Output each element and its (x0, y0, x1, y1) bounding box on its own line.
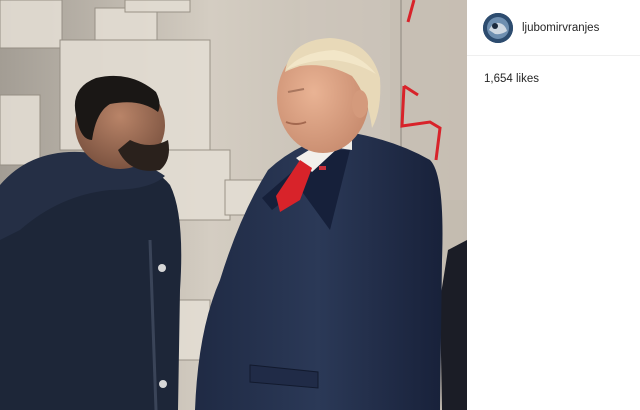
avatar-image (483, 12, 513, 43)
username-link[interactable]: ljubomirvranjes (522, 22, 599, 34)
post-photo-image (0, 0, 467, 410)
post-side-panel: ljubomirvranjes 1,654 likes (467, 0, 640, 410)
post-header: ljubomirvranjes (467, 0, 640, 56)
post-photo[interactable] (0, 0, 467, 410)
instagram-post: ljubomirvranjes 1,654 likes (0, 0, 640, 410)
profile-avatar-icon[interactable] (483, 12, 513, 43)
likes-count[interactable]: 1,654 likes (484, 73, 640, 85)
